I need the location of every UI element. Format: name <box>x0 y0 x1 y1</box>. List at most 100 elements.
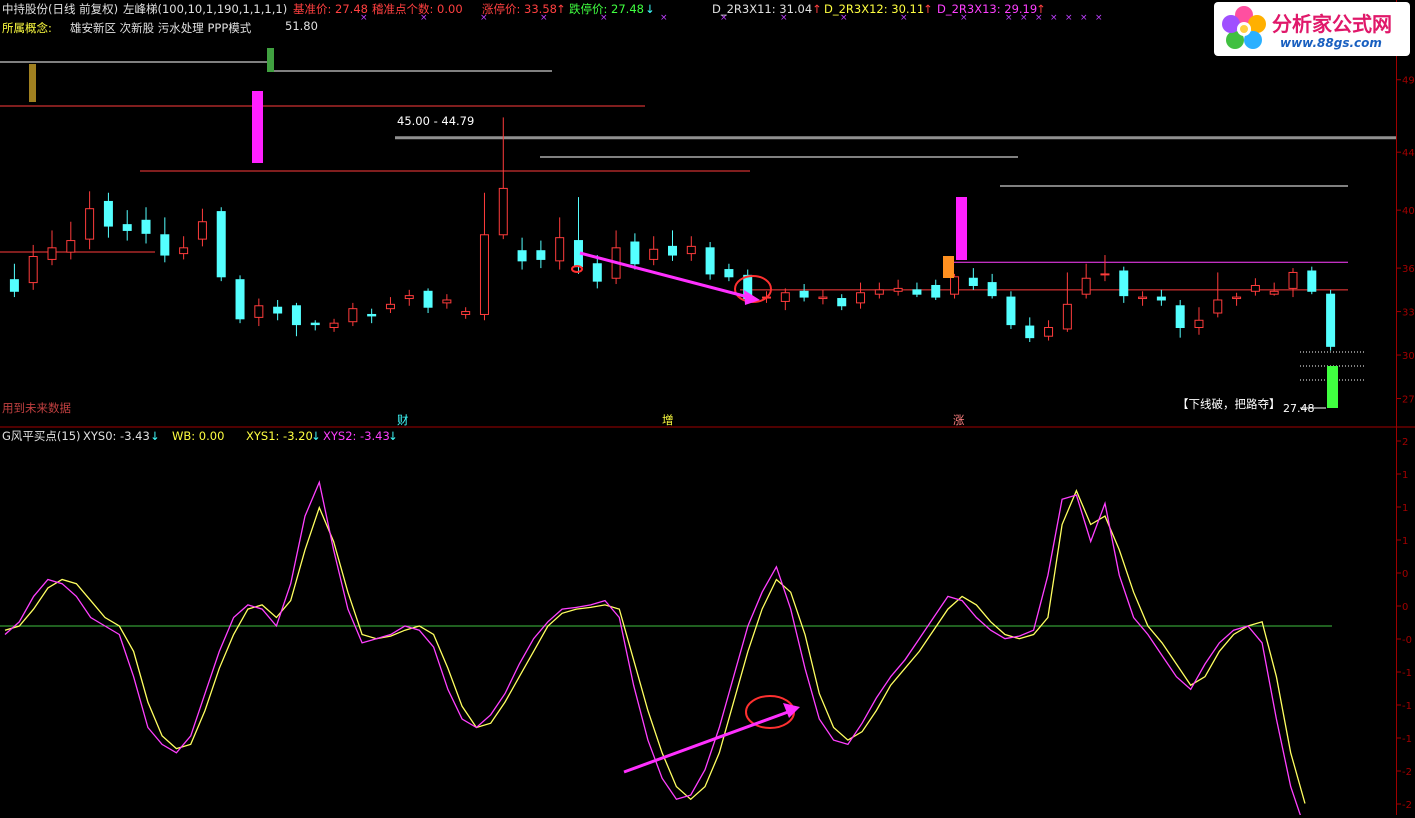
d-2r3x11: D_2R3X11: 31.04 <box>712 2 813 16</box>
y-tick-label: 1 <box>1402 536 1408 547</box>
limit-up-price: 涨停价: 33.58 <box>482 2 557 16</box>
y-tick-label: -2 <box>1402 800 1412 811</box>
candle-body <box>1213 299 1223 314</box>
candle-body <box>1232 296 1242 300</box>
candle-body <box>273 306 283 314</box>
candle-body <box>1288 271 1298 289</box>
candle-body <box>66 240 76 253</box>
candle-body <box>1307 270 1317 292</box>
candle-body <box>1250 284 1260 292</box>
y-tick-label: 33 <box>1402 308 1415 319</box>
candle-body <box>47 247 57 260</box>
down-arrow-icon: ↓ <box>150 429 160 443</box>
candle-body <box>987 282 997 297</box>
down-arrow-icon: ↓ <box>388 429 398 443</box>
y-tick-label: 1 <box>1402 503 1408 514</box>
candle-body <box>517 250 527 262</box>
future-data-label: 用到未来数据 <box>2 401 71 415</box>
y-tick-label: 0 <box>1402 569 1408 580</box>
candle-body <box>1194 319 1204 329</box>
indicator-title: 左峰梯(100,10,1,190,1,1,1,1) <box>123 2 288 16</box>
candle-body <box>291 305 301 326</box>
xys1-value: XYS1: -3.20 <box>246 429 313 443</box>
marker-ellipse <box>571 265 583 273</box>
highlight-candle <box>1327 366 1338 408</box>
stock-title: 中持股份(日线 前复权) <box>2 2 119 16</box>
candle-body <box>498 187 508 236</box>
up-arrow-icon: ↑ <box>812 2 822 16</box>
candle-body <box>686 245 696 255</box>
peak-price-label: 51.80 <box>285 19 318 33</box>
candle-body <box>329 322 339 329</box>
candle-body <box>950 276 960 295</box>
candle-body <box>1269 290 1279 295</box>
candle-body <box>9 279 19 292</box>
candle-body <box>1119 270 1129 297</box>
logo-url: www.88gs.com <box>1280 36 1382 50</box>
candle-body <box>856 292 866 304</box>
concept-label: 所属概念: <box>2 21 52 35</box>
candle-body <box>1044 327 1054 337</box>
marker-x: × <box>1095 13 1103 23</box>
candle-body <box>1138 296 1148 300</box>
site-logo: 分析家公式网 www.88gs.com <box>1214 2 1410 56</box>
candle-body <box>122 224 132 231</box>
candle-body <box>1326 293 1336 347</box>
up-arrow-icon: ↑ <box>1036 2 1046 16</box>
candle-body <box>912 289 922 295</box>
candle-body <box>968 277 978 286</box>
highlight-candle <box>267 48 274 72</box>
candle-body <box>668 245 677 256</box>
candle-body <box>555 237 565 262</box>
range-label: 45.00 - 44.79 <box>397 114 475 128</box>
d-2r3x12: D_2R3X12: 30.11 <box>824 2 925 16</box>
limit-down-price: 跌停价: 27.48 <box>569 2 644 16</box>
candle-body <box>216 211 226 278</box>
base-price: 基准价: 27.48 <box>293 2 368 16</box>
highlight-candle <box>943 256 954 278</box>
down-arrow-icon: ↓ <box>645 2 655 16</box>
candle-body <box>705 247 715 275</box>
y-tick-label: 0 <box>1402 602 1408 613</box>
highlight-candle <box>956 197 967 260</box>
marker-x: × <box>660 13 668 23</box>
highlight-candle <box>252 91 263 163</box>
candle-body <box>1156 296 1166 301</box>
candle-body <box>931 284 941 298</box>
flower-logo-icon <box>1222 6 1266 49</box>
candle-body <box>724 269 734 278</box>
candle-body <box>385 303 395 310</box>
y-tick-label: 27 <box>1402 395 1415 406</box>
highlight-candle <box>29 64 36 102</box>
wb-value: WB: 0.00 <box>172 429 225 443</box>
candle-body <box>1006 296 1016 326</box>
candle-body <box>1062 303 1072 330</box>
candle-body <box>874 289 884 295</box>
y-tick-label: 1 <box>1402 470 1408 481</box>
candle-body <box>179 247 189 255</box>
lower-indicator-name: G风平买点(15) <box>2 429 81 443</box>
candle-body <box>1081 277 1091 295</box>
marker-x: × <box>1080 13 1088 23</box>
trend-arrow <box>579 251 749 299</box>
marker-x: × <box>1065 13 1073 23</box>
candle-body <box>893 287 903 292</box>
y-tick-label: 2 <box>1402 437 1408 448</box>
y-tick-label: -2 <box>1402 767 1412 778</box>
candle-body <box>103 200 113 227</box>
marker-x: × <box>1050 13 1058 23</box>
candle-body <box>1025 325 1035 339</box>
concept-list: 雄安新区 次新股 污水处理 PPP模式 <box>70 21 252 35</box>
logo-title: 分析家公式网 <box>1272 12 1392 36</box>
candle-body <box>423 290 433 308</box>
divergence-arrowhead <box>783 703 800 718</box>
candle-body <box>310 322 320 326</box>
y-tick-label: -1 <box>1402 734 1412 745</box>
candle-body <box>592 263 602 282</box>
candle-body <box>404 295 414 300</box>
y-tick-label: 40 <box>1402 206 1415 217</box>
candle-body <box>461 311 471 315</box>
candle-body <box>799 290 809 298</box>
candle-body <box>1175 305 1185 329</box>
last-price-label: 27.48 <box>1283 402 1315 415</box>
